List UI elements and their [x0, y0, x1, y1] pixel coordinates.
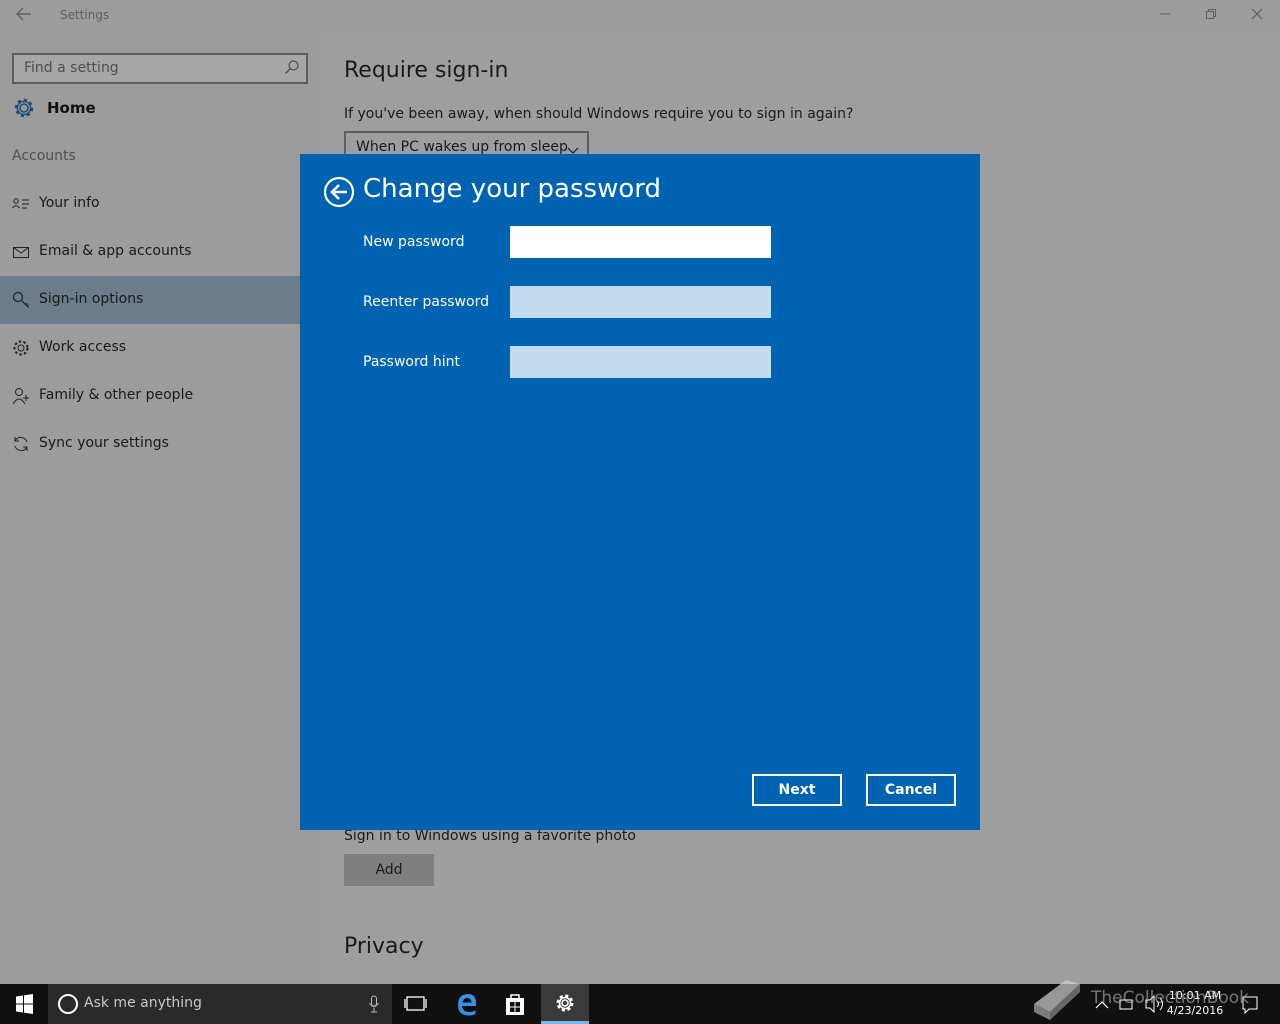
section-title: Accounts — [12, 148, 76, 164]
restore-button[interactable] — [1188, 0, 1234, 32]
window-title: Settings — [60, 8, 110, 22]
gear-icon — [12, 96, 36, 120]
search-icon[interactable] — [284, 59, 300, 75]
sidebar-item-label: Sync your settings — [39, 435, 169, 451]
chevron-down-icon — [567, 141, 579, 154]
person-add-icon — [12, 387, 30, 405]
watermark: TheCollectionBook — [1028, 974, 1278, 1024]
back-circle-icon[interactable] — [323, 176, 355, 208]
require-sign-in-question: If you've been away, when should Windows… — [344, 106, 854, 122]
picture-password-description: Sign in to Windows using a favorite phot… — [344, 828, 636, 844]
sidebar-item-label: Sign-in options — [39, 291, 144, 307]
sidebar-item-label: Email & app accounts — [39, 243, 192, 259]
microphone-icon[interactable] — [368, 995, 380, 1013]
sidebar-item-work-access[interactable]: Work access — [0, 324, 300, 372]
privacy-heading: Privacy — [344, 934, 424, 959]
edge-browser-icon[interactable] — [443, 984, 491, 1024]
dialog-title: Change your password — [363, 174, 661, 204]
home-label: Home — [47, 99, 96, 117]
cortana-icon — [58, 994, 78, 1014]
watermark-text: TheCollectionBook — [1091, 988, 1250, 1008]
briefcase-gear-icon — [12, 339, 30, 357]
minimize-button[interactable] — [1142, 0, 1188, 32]
store-icon[interactable] — [491, 984, 539, 1024]
sidebar: Find a setting Home Accounts Your info E… — [0, 32, 320, 984]
close-button[interactable] — [1234, 0, 1280, 32]
find-setting-search[interactable]: Find a setting — [12, 53, 308, 84]
new-password-label: New password — [363, 234, 465, 250]
contact-card-icon — [12, 195, 30, 213]
search-placeholder: Find a setting — [24, 60, 119, 76]
sidebar-item-family-other-people[interactable]: Family & other people — [0, 372, 300, 420]
sidebar-item-email-app-accounts[interactable]: Email & app accounts — [0, 228, 300, 276]
password-hint-field[interactable] — [510, 346, 771, 378]
title-bar: Settings — [0, 0, 1280, 32]
sidebar-item-label: Work access — [39, 339, 127, 355]
cortana-placeholder: Ask me anything — [84, 995, 202, 1011]
password-hint-label: Password hint — [363, 354, 460, 370]
cortana-search-box[interactable]: Ask me anything — [48, 984, 392, 1024]
mail-icon — [12, 243, 30, 261]
reenter-password-field[interactable] — [510, 286, 771, 318]
change-password-dialog: Change your password New password Reente… — [300, 154, 980, 830]
sidebar-item-label: Your info — [39, 195, 100, 211]
dropdown-value: When PC wakes up from sleep — [356, 139, 568, 155]
add-picture-password-button[interactable]: Add — [344, 854, 434, 886]
next-button[interactable]: Next — [752, 774, 842, 806]
task-view-icon[interactable] — [392, 984, 440, 1024]
settings-gear-icon[interactable] — [541, 984, 589, 1024]
require-sign-in-heading: Require sign-in — [344, 58, 509, 83]
sidebar-item-label: Family & other people — [39, 387, 194, 403]
sidebar-item-sync-your-settings[interactable]: Sync your settings — [0, 420, 300, 468]
new-password-field[interactable] — [510, 226, 771, 258]
cancel-button[interactable]: Cancel — [866, 774, 956, 806]
book-icon — [1034, 980, 1080, 1020]
sidebar-item-your-info[interactable]: Your info — [0, 180, 300, 228]
windows-start-icon[interactable] — [0, 984, 48, 1024]
reenter-password-label: Reenter password — [363, 294, 489, 310]
back-arrow-icon[interactable] — [12, 6, 36, 26]
sync-icon — [12, 435, 30, 453]
key-icon — [12, 291, 30, 309]
sidebar-item-sign-in-options[interactable]: Sign-in options — [0, 276, 300, 324]
